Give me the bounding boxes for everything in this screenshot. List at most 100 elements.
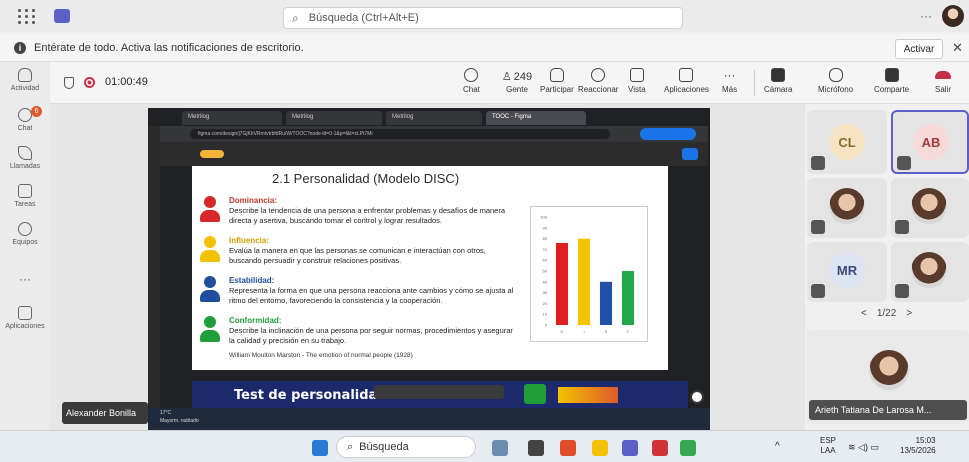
figma-tool-pill[interactable] — [200, 150, 224, 158]
close-notification-button[interactable]: ✕ — [952, 40, 963, 56]
x-tick-label: C — [627, 329, 630, 334]
x-tick-label: S — [605, 329, 608, 334]
chat-badge: 6 — [31, 106, 42, 117]
participant-tile[interactable] — [891, 242, 969, 302]
prev-page-button[interactable]: < — [861, 308, 867, 319]
chat-icon — [464, 68, 479, 82]
participant-tile[interactable] — [891, 178, 969, 238]
presentation-toolbar[interactable] — [374, 385, 504, 399]
participant-count: 249 — [513, 70, 533, 83]
browser-tab[interactable]: Metrilog — [182, 111, 282, 125]
pager: < 1/22 > — [861, 308, 913, 319]
search-input[interactable]: ⌕ Búsqueda (Ctrl+Alt+E) — [283, 7, 683, 29]
next-page-button[interactable]: > — [906, 308, 912, 319]
rail-item-chat[interactable]: Chat — [0, 108, 50, 132]
clock[interactable]: 15:03 13/5/2026 — [900, 436, 936, 456]
rail-item-apps[interactable]: Aplicaciones — [0, 306, 50, 330]
camera-off-icon — [771, 68, 786, 82]
share-icon — [884, 68, 899, 82]
app-launcher-icon[interactable] — [14, 3, 40, 29]
conformity-description: Describe la inclinación de una persona p… — [229, 326, 513, 345]
search-placeholder: Búsqueda (Ctrl+Alt+E) — [308, 12, 419, 24]
participant-photo — [829, 188, 865, 224]
call-timer: 01:00:49 — [105, 76, 148, 88]
rail-item-more[interactable]: ··· — [0, 272, 50, 286]
tasks-icon — [18, 184, 32, 198]
chat-icon — [18, 108, 32, 122]
bar-I — [577, 238, 591, 325]
disc-bar-chart: 0 10 20 30 40 50 60 70 80 90 100 D I S C — [540, 215, 635, 334]
chrome-icon[interactable] — [560, 440, 576, 456]
url-field[interactable]: figma.com/design/j7GjKhVRmtvtrbfdRu/W/TO… — [190, 129, 610, 139]
participant-photo — [911, 188, 947, 224]
rail-item-calls[interactable]: Llamadas — [0, 146, 50, 170]
app-icon[interactable] — [492, 440, 508, 456]
weather-temp: 17°C — [160, 410, 172, 416]
browser-tab[interactable]: Metrilog — [286, 111, 382, 125]
chat-button[interactable]: Chat — [463, 68, 480, 94]
share-button[interactable]: Comparte — [874, 68, 909, 94]
mic-off-icon — [828, 68, 843, 82]
wifi-volume-battery-icons[interactable]: ≋ ◁) ▭ — [848, 442, 879, 453]
rail-item-tasks[interactable]: Tareas — [0, 184, 50, 208]
y-tick-label: 10 — [543, 312, 548, 317]
rail-item-teams[interactable]: Equipos — [0, 222, 50, 246]
participant-tile[interactable] — [807, 178, 887, 238]
camera-button[interactable]: Cámara — [764, 68, 792, 94]
influence-description: Evalúa la manera en que las personas se … — [229, 246, 486, 265]
figma-present-button[interactable] — [682, 148, 698, 160]
phone-icon — [18, 146, 32, 160]
x-tick-label: I — [583, 329, 584, 334]
taskbar-search[interactable]: ⌕ Búsqueda — [336, 436, 476, 458]
microphone-button[interactable]: Micrófono — [818, 68, 853, 94]
stability-title: Estabilidad: — [229, 276, 275, 285]
participant-tile[interactable]: CL — [807, 110, 887, 174]
profile-avatar[interactable] — [942, 5, 964, 27]
lang-indicator[interactable]: ESP LAA — [820, 436, 836, 456]
y-tick-label: 70 — [543, 247, 548, 252]
update-button[interactable] — [640, 128, 696, 140]
y-tick-label: 90 — [543, 225, 548, 230]
rail-item-activity[interactable]: Actividad — [0, 68, 50, 92]
dominance-title: Dominancia: — [229, 196, 278, 205]
shared-screen-left-strip — [148, 126, 160, 430]
influence-title: Influencia: — [229, 236, 270, 245]
browser-tab[interactable]: Metrilog — [386, 111, 482, 125]
file-explorer-icon[interactable] — [592, 440, 608, 456]
bar-C — [621, 271, 635, 325]
leave-button[interactable]: Salir — [935, 68, 951, 94]
browser-tab-active[interactable]: TOOC - Figma — [486, 111, 586, 125]
apps-button[interactable]: Aplicaciones — [664, 68, 709, 94]
stability-person-icon — [200, 276, 220, 302]
more-button[interactable]: ··· Más — [722, 68, 737, 94]
participant-tile[interactable]: MR — [807, 242, 887, 302]
teams-icon — [18, 222, 32, 236]
mic-off-icon — [895, 284, 909, 298]
raise-hand-button[interactable]: Participar — [540, 68, 574, 94]
mic-off-icon — [811, 284, 825, 298]
chrome-icon[interactable] — [680, 440, 696, 456]
app-icon[interactable] — [528, 440, 544, 456]
system-tray-chevron[interactable]: ^ — [775, 441, 780, 452]
featured-participant-tile[interactable]: Arieth Tatiana De Larosa M... — [807, 330, 969, 424]
activate-button[interactable]: Activar — [895, 39, 943, 59]
featured-participant-name: Arieth Tatiana De Larosa M... — [809, 400, 967, 420]
react-button[interactable]: Reaccionar — [578, 68, 618, 94]
teams-icon[interactable] — [622, 440, 638, 456]
hand-icon — [549, 68, 564, 82]
conformity-person-icon — [200, 316, 220, 342]
shared-taskbar: 17°C Mayorm. nublado — [148, 408, 710, 430]
people-button[interactable]: ♙ 249 Gente — [500, 68, 534, 95]
pdf-icon[interactable] — [652, 440, 668, 456]
notification-banner: i Entérate de todo. Activa las notificac… — [0, 34, 969, 62]
avatar: CL — [829, 124, 865, 160]
participant-tile-active[interactable]: AB — [891, 110, 969, 174]
add-apps-icon — [679, 68, 694, 82]
test-banner: Test de personalida — [192, 381, 688, 409]
more-options-button[interactable]: ··· — [920, 9, 932, 23]
people-icon: ♙ — [501, 71, 512, 83]
disc-chart-frame: 0 10 20 30 40 50 60 70 80 90 100 D I S C — [530, 206, 648, 342]
windows-start-icon[interactable] — [312, 440, 328, 456]
view-button[interactable]: Vista — [628, 68, 646, 94]
help-icon[interactable] — [690, 390, 704, 404]
